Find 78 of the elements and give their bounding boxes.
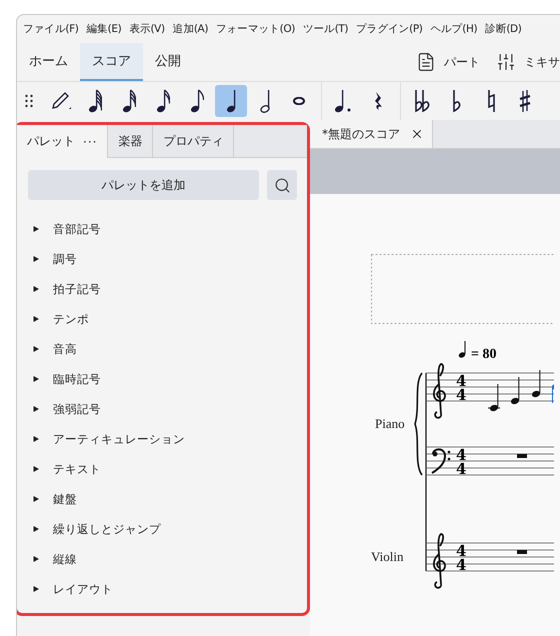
- whole-rest-icon: [517, 550, 527, 554]
- palette-item[interactable]: レイアウト: [53, 582, 113, 596]
- note-icon: [122, 89, 136, 113]
- menu-item[interactable]: 追加(A): [168, 22, 212, 36]
- palette-item[interactable]: 音部記号: [53, 222, 101, 236]
- grip-icon[interactable]: [25, 94, 33, 108]
- palette-item[interactable]: 拍子記号: [53, 282, 101, 296]
- add-palette-button[interactable]: パレットを追加: [28, 170, 259, 200]
- natural-icon: [486, 89, 496, 113]
- expand-arrow-icon[interactable]: [33, 496, 39, 502]
- note-icon: [260, 89, 270, 113]
- palette-item[interactable]: 調号: [53, 252, 77, 266]
- palette-item[interactable]: テンポ: [53, 312, 89, 326]
- menu-item[interactable]: 編集(E): [82, 22, 126, 36]
- ribbon-tab[interactable]: スコア: [80, 43, 143, 81]
- menu-item[interactable]: ツール(T): [298, 22, 352, 36]
- treble-clef-icon: [432, 363, 446, 419]
- mixer-button[interactable]: ミキサ: [488, 43, 560, 81]
- instrument-name: Piano: [375, 416, 405, 431]
- menu-item[interactable]: 診断(D): [481, 22, 526, 36]
- ribbon-tab[interactable]: 公開: [143, 43, 193, 81]
- expand-arrow-icon[interactable]: [33, 256, 39, 262]
- expand-arrow-icon[interactable]: [33, 466, 39, 472]
- expand-arrow-icon[interactable]: [33, 346, 39, 352]
- expand-arrow-icon[interactable]: [33, 526, 39, 532]
- menu-item[interactable]: フォーマット(O): [212, 22, 299, 36]
- menu-item[interactable]: プラグイン(P): [352, 22, 426, 36]
- expand-arrow-icon[interactable]: [33, 406, 39, 412]
- palette-item[interactable]: 繰り返しとジャンプ: [53, 522, 161, 536]
- close-icon[interactable]: [410, 127, 424, 141]
- palette-item[interactable]: 臨時記号: [53, 372, 101, 386]
- palette-item[interactable]: 強弱記号: [53, 402, 101, 416]
- palette-item[interactable]: 縦線: [53, 552, 77, 566]
- palette-item[interactable]: 鍵盤: [53, 492, 77, 506]
- menu-item[interactable]: ヘルプ(H): [426, 22, 482, 36]
- sharp-icon: [519, 89, 531, 113]
- expand-arrow-icon[interactable]: [33, 226, 39, 232]
- sliders-icon: [496, 52, 516, 72]
- instrument-name: Violin: [371, 549, 404, 564]
- more-icon[interactable]: ···: [83, 134, 98, 148]
- note-icon: [88, 89, 102, 113]
- brace-icon: [414, 372, 423, 476]
- menu-item[interactable]: ファイル(F): [19, 22, 82, 36]
- note-icon: [156, 89, 170, 113]
- palette-item[interactable]: テキスト: [53, 462, 101, 476]
- expand-arrow-icon[interactable]: [33, 436, 39, 442]
- search-icon: [274, 176, 290, 194]
- expand-arrow-icon[interactable]: [33, 376, 39, 382]
- ribbon-tab[interactable]: ホーム: [17, 43, 80, 81]
- panel-tab[interactable]: プロパティ: [153, 125, 234, 157]
- expand-arrow-icon[interactable]: [33, 586, 39, 592]
- toolbar-button[interactable]: [215, 85, 247, 117]
- whole-rest-icon: [517, 454, 527, 458]
- expand-arrow-icon[interactable]: [33, 316, 39, 322]
- note-icon: [190, 89, 204, 113]
- panel-tab[interactable]: パレット ···: [17, 125, 108, 158]
- flat-icon: [452, 89, 462, 113]
- palette-item[interactable]: アーティキュレーション: [53, 432, 185, 446]
- notes-drawing: [488, 370, 554, 412]
- score-tab[interactable]: *無題のスコア: [310, 120, 433, 148]
- palette-item[interactable]: 音高: [53, 342, 77, 356]
- treble-clef-icon: [432, 533, 446, 589]
- expand-arrow-icon[interactable]: [33, 556, 39, 562]
- tempo-text: = 80: [471, 347, 496, 362]
- score-tab-title: *無題のスコア: [322, 126, 400, 142]
- search-button[interactable]: [267, 170, 297, 200]
- bass-clef-icon: [431, 448, 450, 474]
- parts-button[interactable]: パート: [408, 43, 488, 81]
- menu-item[interactable]: 表示(V): [125, 22, 169, 36]
- tempo-note-icon: [458, 340, 466, 358]
- document-icon: [416, 52, 436, 72]
- rest-icon: [373, 91, 383, 111]
- expand-arrow-icon[interactable]: [33, 286, 39, 292]
- whole-note-icon: [293, 97, 305, 105]
- note-icon: [226, 89, 236, 113]
- panel-tab[interactable]: 楽器: [108, 125, 154, 157]
- pencil-icon: [50, 90, 72, 112]
- double-flat-icon: [414, 89, 432, 113]
